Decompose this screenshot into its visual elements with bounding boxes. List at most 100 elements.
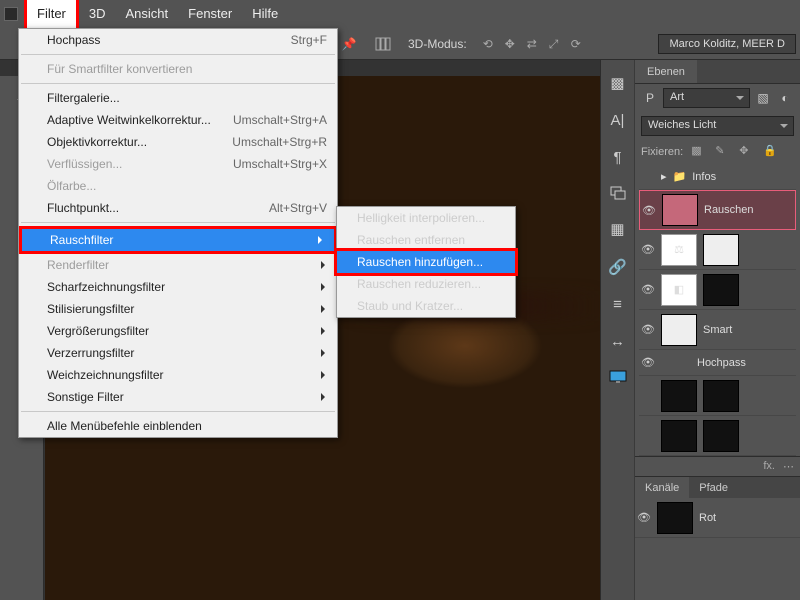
visibility-icon[interactable]: 👁 <box>637 511 651 524</box>
mode-icons[interactable]: ⟲ ✥ ⇄ ⤢ ⟳ <box>483 37 585 51</box>
layer-thumb[interactable] <box>661 420 697 452</box>
filter-adj-icon[interactable]: ◐ <box>776 89 794 107</box>
menu-oilpaint: Ölfarbe... <box>19 175 337 197</box>
tab-pfade[interactable]: Pfade <box>689 477 738 498</box>
smart-filter-row[interactable]: 👁 Hochpass <box>639 350 796 376</box>
tab-ebenen[interactable]: Ebenen <box>635 60 697 83</box>
menu-ansicht[interactable]: Ansicht <box>116 0 179 28</box>
mask-thumb[interactable] <box>703 274 739 306</box>
submenu-dust[interactable]: Staub und Kratzer... <box>337 295 515 317</box>
history-icon[interactable]: ↔ <box>610 333 625 350</box>
link-icon[interactable]: 🔗 <box>608 258 627 276</box>
submenu-despeckle[interactable]: Rauschen entfernen <box>337 229 515 251</box>
menu-magnify[interactable]: Vergrößerungsfilter <box>19 320 337 342</box>
menu-lenscorrect[interactable]: Objektivkorrektur...Umschalt+Strg+R <box>19 131 337 153</box>
layer-row[interactable] <box>639 376 796 416</box>
mask-thumb[interactable] <box>703 420 739 452</box>
pan-icon[interactable]: ✥ <box>505 37 519 51</box>
menu-wideangle[interactable]: Adaptive Weitwinkelkorrektur...Umschalt+… <box>19 109 337 131</box>
submenu-interpolate[interactable]: Helligkeit interpolieren... <box>337 207 515 229</box>
menu-renderfilter[interactable]: Renderfilter <box>19 254 337 276</box>
channels-tabs: Kanäle Pfade <box>635 476 800 498</box>
orbit-icon[interactable]: ⟲ <box>483 37 497 51</box>
menu-filtergallery[interactable]: Filtergalerie... <box>19 87 337 109</box>
menu-rauschfilter[interactable]: Rauschfilter <box>19 226 337 254</box>
visibility-icon[interactable]: 👁 <box>642 204 656 217</box>
menu-3d[interactable]: 3D <box>79 0 116 28</box>
menu-filter[interactable]: Filter <box>24 0 79 31</box>
menu-show-all[interactable]: Alle Menübefehle einblenden <box>19 415 337 437</box>
layer-label: Smart <box>703 324 732 336</box>
lock-all-icon[interactable]: 🔒 <box>763 144 779 160</box>
move-icon[interactable]: ⇄ <box>527 37 541 51</box>
align-icon[interactable]: ≡ <box>613 296 622 313</box>
panel-strip: ▩ A| ¶ ▦ 🔗 ≡ ↔ <box>601 60 635 600</box>
rausch-submenu: Helligkeit interpolieren... Rauschen ent… <box>336 206 516 318</box>
blend-row: Weiches Licht <box>635 112 800 140</box>
layer-row[interactable]: 👁 ◧ <box>639 270 796 310</box>
channel-row[interactable]: 👁 Rot <box>635 498 800 538</box>
ch-thumb[interactable] <box>657 502 693 534</box>
layers-panel: Ebenen P Art ▧ ◐ Weiches Licht Fixieren:… <box>635 60 800 600</box>
lock-row: Fixieren: ▩ ✎ ✥ 🔒 <box>635 140 800 164</box>
menu-last-filter[interactable]: HochpassStrg+F <box>19 29 337 51</box>
menu-fenster[interactable]: Fenster <box>178 0 242 28</box>
mask-thumb[interactable] <box>703 380 739 412</box>
layers-small-icon[interactable] <box>610 186 626 200</box>
menu-liquify: Verflüssigen...Umschalt+Strg+X <box>19 153 337 175</box>
layer-row[interactable]: 👁 ⚖ <box>639 230 796 270</box>
right-panels: ▩ A| ¶ ▦ 🔗 ≡ ↔ Ebenen P Art ▧ ◐ Weiches … <box>600 60 800 600</box>
layer-thumb[interactable] <box>661 380 697 412</box>
panel-tabs: Ebenen <box>635 60 800 84</box>
rotate-icon[interactable]: ⟳ <box>571 37 585 51</box>
menu-stylize[interactable]: Stilisierungsfilter <box>19 298 337 320</box>
fx-icon[interactable]: fx. <box>763 460 775 473</box>
tab-kanaele[interactable]: Kanäle <box>635 477 689 498</box>
visibility-icon[interactable]: 👁 <box>641 243 655 256</box>
menu-other[interactable]: Sonstige Filter <box>19 386 337 408</box>
visibility-icon[interactable]: 👁 <box>641 356 655 369</box>
lock-paint-icon[interactable]: ✎ <box>715 144 731 160</box>
menu-vanish[interactable]: Fluchtpunkt...Alt+Strg+V <box>19 197 337 219</box>
group-row[interactable]: ▸ 📁 Infos <box>639 164 796 190</box>
folder-icon: 📁 <box>673 170 687 183</box>
visibility-icon[interactable]: 👁 <box>641 323 655 336</box>
layer-row[interactable]: 👁 Smart <box>639 310 796 350</box>
screen-icon[interactable] <box>609 370 627 384</box>
filter-img-icon[interactable]: ▧ <box>754 89 772 107</box>
lock-trans-icon[interactable]: ▩ <box>691 144 707 160</box>
mask-thumb[interactable] <box>703 234 739 266</box>
styles-icon[interactable]: ▦ <box>610 220 624 238</box>
columns-icon[interactable] <box>374 35 392 53</box>
menubar: Filter 3D Ansicht Fenster Hilfe <box>0 0 800 28</box>
chain-icon[interactable]: ⋯ <box>783 460 794 473</box>
menu-smartfilter: Für Smartfilter konvertieren <box>19 58 337 80</box>
pin-icon[interactable]: 📌 <box>340 35 358 53</box>
layer-row[interactable] <box>639 416 796 456</box>
user-button[interactable]: Marco Kolditz, MEER D <box>658 34 796 54</box>
adjust-thumb[interactable]: ⚖ <box>661 234 697 266</box>
swatches-icon[interactable]: ▩ <box>610 74 624 92</box>
layer-thumb[interactable] <box>662 194 698 226</box>
lock-move-icon[interactable]: ✥ <box>739 144 755 160</box>
blend-select[interactable]: Weiches Licht <box>641 116 794 136</box>
paragraph-icon[interactable]: ¶ <box>613 149 621 166</box>
adjust-thumb[interactable]: ◧ <box>661 274 697 306</box>
visibility-icon[interactable]: 👁 <box>641 283 655 296</box>
disclosure-icon[interactable]: ▸ <box>661 170 667 183</box>
text-icon[interactable]: A| <box>611 112 625 129</box>
submenu-reduce-noise[interactable]: Rauschen reduzieren... <box>337 273 515 295</box>
layer-thumb[interactable] <box>661 314 697 346</box>
search-icon[interactable]: P <box>641 89 659 107</box>
submenu-add-noise[interactable]: Rauschen hinzufügen... <box>337 251 515 273</box>
kind-select[interactable]: Art <box>663 88 750 108</box>
menu-hilfe[interactable]: Hilfe <box>242 0 288 28</box>
menu-blur[interactable]: Weichzeichnungsfilter <box>19 364 337 386</box>
scale-icon[interactable]: ⤢ <box>549 37 563 51</box>
layer-row-selected[interactable]: 👁 Rauschen <box>639 190 796 230</box>
menu-sharpen[interactable]: Scharfzeichnungsfilter <box>19 276 337 298</box>
layer-label: Rauschen <box>704 204 754 216</box>
panel-head: P Art ▧ ◐ <box>635 84 800 112</box>
menu-distort[interactable]: Verzerrungsfilter <box>19 342 337 364</box>
filter-dropdown: HochpassStrg+F Für Smartfilter konvertie… <box>18 28 338 438</box>
